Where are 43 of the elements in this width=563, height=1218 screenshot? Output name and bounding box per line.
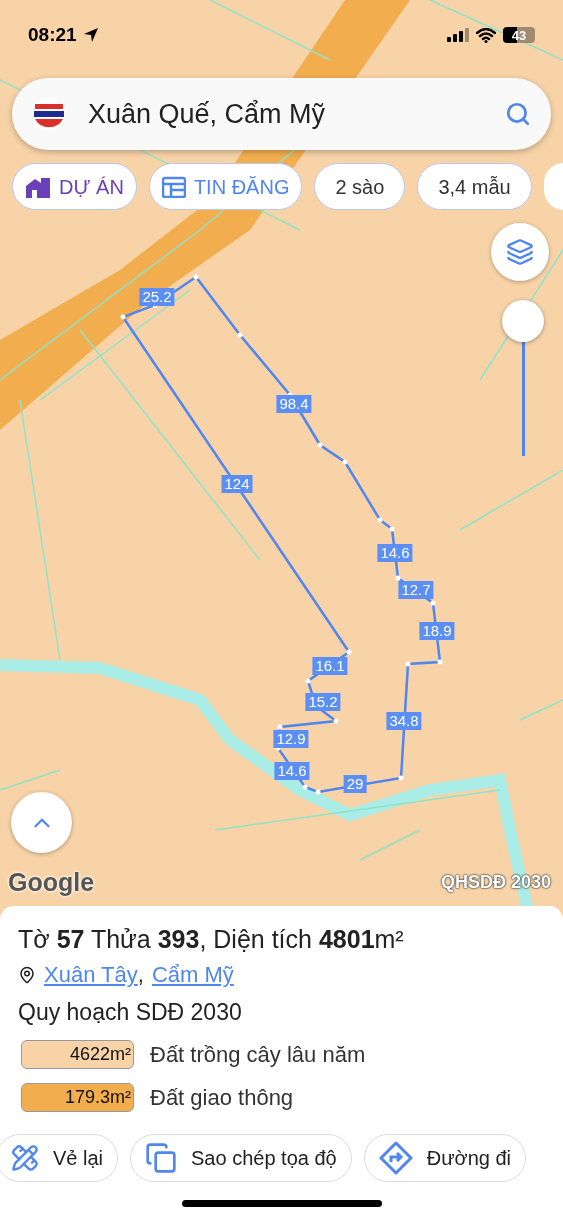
location-pin-icon [18, 965, 36, 984]
edge-length-label: 15.2 [305, 693, 341, 711]
edge-length-label: 124 [221, 475, 253, 493]
separator-text: , [137, 961, 144, 989]
search-text: Xuân Quế, Cẩm Mỹ [88, 97, 327, 131]
edge-length-label: 12.9 [273, 730, 309, 748]
land-use-label: Đất giao thông [150, 1083, 294, 1112]
action-button[interactable]: Đường đi [363, 1133, 527, 1182]
search-icon[interactable] [505, 101, 531, 127]
copy-icon [145, 1141, 178, 1174]
signal-icon [447, 28, 469, 42]
calendar-icon [161, 175, 186, 198]
edge-length-label: 12.7 [398, 581, 434, 599]
search-bar[interactable]: Xuân Quế, Cẩm Mỹ [12, 78, 551, 150]
filter-chip[interactable]: 3,4 mẫu [417, 163, 532, 210]
edge-length-label: 16.1 [312, 657, 348, 675]
directions-icon [378, 1140, 413, 1175]
location-arrow-icon [82, 27, 99, 43]
edge-length-label: 25.2 [139, 288, 175, 306]
wifi-icon [476, 27, 496, 43]
edge-length-label: 98.4 [276, 395, 312, 413]
pencil-ruler-icon [11, 1143, 39, 1172]
land-use-swatch: 179.3m² [21, 1082, 134, 1112]
filter-chip[interactable]: TIN ĐĂNG [148, 163, 303, 210]
action-button[interactable]: Sao chép tọa độ [130, 1133, 352, 1182]
plan-title: Quy hoạch SDĐ 2030 [18, 998, 243, 1027]
parcel-title: Tờ 57 Thửa 393, Diện tích 4801m² [18, 924, 405, 955]
action-button[interactable]: Vẻ lại [0, 1133, 119, 1182]
status-time: 08:21 [28, 22, 77, 47]
house-icon [25, 175, 51, 198]
land-use-label: Đất trồng cây lâu năm [150, 1040, 366, 1069]
logo-icon [32, 97, 66, 131]
edge-length-label: 29 [343, 775, 367, 793]
map-attribution: Google [8, 867, 95, 898]
edge-length-label: 14.6 [274, 762, 310, 780]
location-link[interactable]: Xuân Tây [44, 958, 138, 991]
location-link[interactable]: Cẩm Mỹ [151, 958, 234, 991]
edge-length-label: 14.6 [377, 544, 413, 562]
layers-icon [506, 238, 534, 266]
edge-length-label: 18.9 [419, 622, 455, 640]
land-use-swatch: 4622m² [21, 1039, 134, 1069]
filter-chip[interactable]: DỰ ÁN [12, 163, 137, 210]
edge-length-label: 34.8 [386, 712, 422, 730]
